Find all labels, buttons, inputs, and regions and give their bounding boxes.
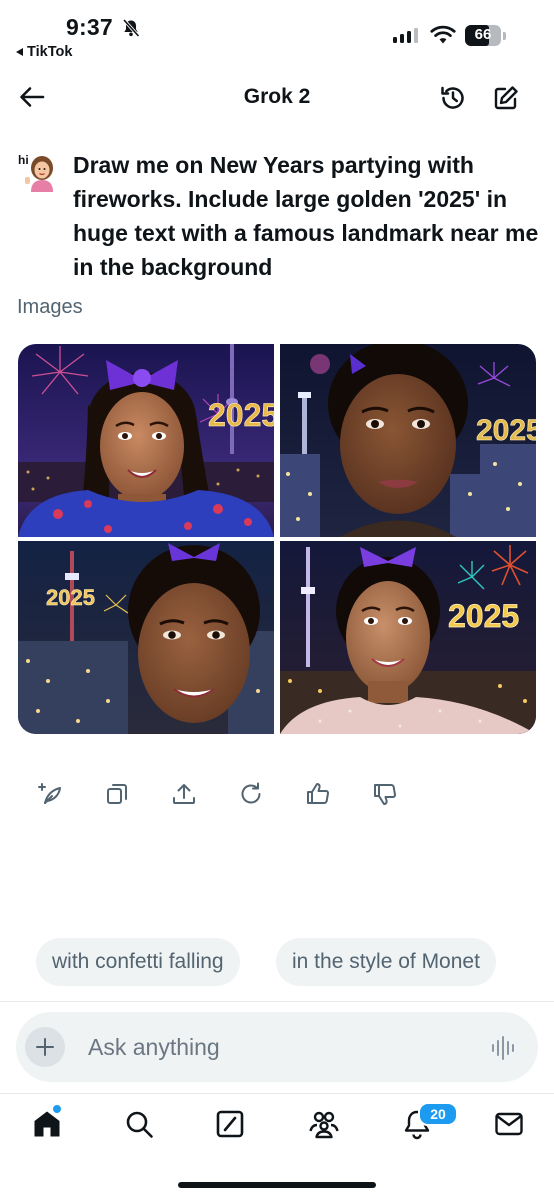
user-prompt-text: Draw me on New Years partying with firew… xyxy=(73,152,539,280)
suggestion-chip-monet[interactable]: in the style of Monet xyxy=(276,938,496,986)
search-icon[interactable] xyxy=(123,1108,155,1140)
thumbs-up-icon[interactable] xyxy=(305,781,331,807)
battery-level: 66 xyxy=(474,26,492,43)
communities-icon[interactable] xyxy=(308,1108,340,1140)
regenerate-icon[interactable] xyxy=(238,781,264,807)
year-text-1: 2025 xyxy=(208,397,274,433)
back-app-label: TikTok xyxy=(27,44,73,60)
wifi-icon xyxy=(430,25,456,44)
generated-image-2[interactable]: 2025 xyxy=(280,344,536,537)
tabbar-divider xyxy=(0,1093,554,1094)
generated-image-4[interactable]: 2025 xyxy=(280,541,536,734)
plus-icon xyxy=(36,1038,54,1056)
notifications-badge: 20 xyxy=(418,1102,458,1126)
page-title: Grok 2 xyxy=(243,85,311,108)
generated-image-3[interactable]: 2025 xyxy=(18,541,274,734)
messages-icon[interactable] xyxy=(493,1108,525,1140)
ask-input[interactable] xyxy=(88,1028,468,1066)
battery-tip xyxy=(503,32,506,40)
thumbs-down-icon[interactable] xyxy=(372,781,398,807)
home-unread-dot xyxy=(52,1104,62,1114)
suggestion-chip-confetti[interactable]: with confetti falling xyxy=(36,938,240,986)
battery-indicator: 66 xyxy=(465,25,501,46)
year-text-4: 2025 xyxy=(448,598,519,634)
attach-button[interactable] xyxy=(25,1027,65,1067)
composer xyxy=(16,1012,538,1082)
back-to-app-link[interactable]: TikTok xyxy=(16,44,72,60)
silent-bell-icon xyxy=(122,18,140,38)
share-icon[interactable] xyxy=(171,781,197,807)
composer-divider xyxy=(0,1001,554,1002)
user-avatar[interactable]: hi xyxy=(17,150,59,192)
back-triangle-icon xyxy=(16,48,23,56)
edit-image-icon[interactable] xyxy=(37,781,63,807)
home-indicator xyxy=(178,1182,376,1188)
images-section-label: Images xyxy=(17,296,83,318)
generated-images-grid: 2025 2025 2025 2025 xyxy=(18,344,536,734)
new-chat-icon[interactable] xyxy=(492,84,520,112)
history-icon[interactable] xyxy=(439,84,467,112)
generated-image-1[interactable]: 2025 xyxy=(18,344,274,537)
avatar-greeting: hi xyxy=(18,153,29,167)
grok-icon[interactable] xyxy=(214,1108,246,1140)
status-time: 9:37 xyxy=(66,14,113,40)
cellular-signal-icon xyxy=(393,28,418,43)
copy-icon[interactable] xyxy=(104,781,130,807)
year-text-3: 2025 xyxy=(46,585,95,610)
year-text-2: 2025 xyxy=(476,414,536,447)
voice-icon[interactable] xyxy=(490,1035,518,1061)
